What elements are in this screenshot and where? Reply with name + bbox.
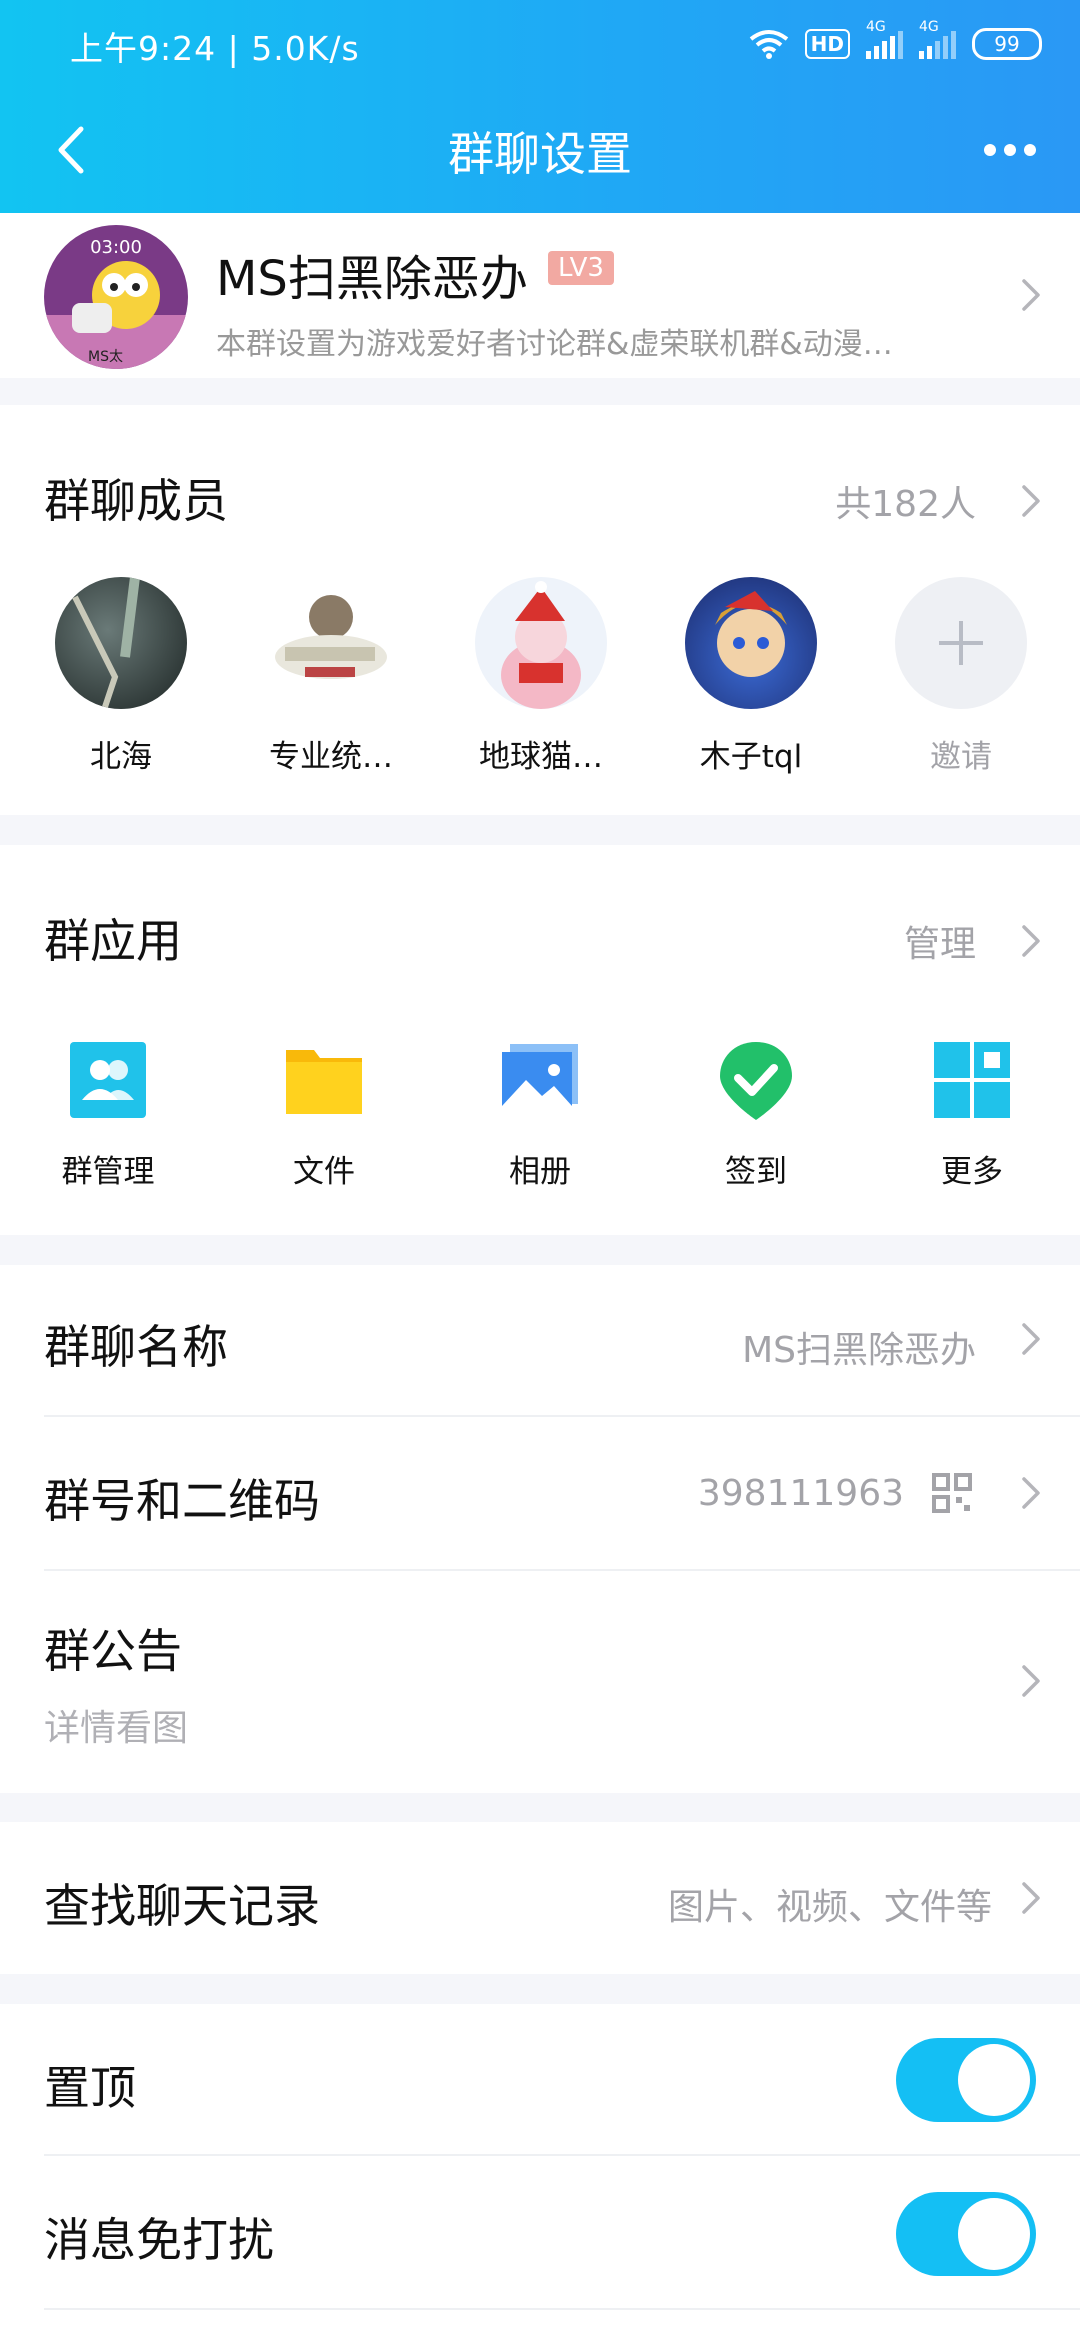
more-dot-icon xyxy=(1004,144,1016,156)
group-number-label: 群号和二维码 xyxy=(44,1474,320,1528)
member-item[interactable]: 专业统… xyxy=(246,577,416,776)
apps-manage-link[interactable]: 管理 xyxy=(904,915,976,967)
folder-icon xyxy=(286,1050,362,1114)
pin-row: 置顶 xyxy=(0,2004,1080,2154)
chevron-right-icon xyxy=(1022,1323,1040,1355)
group-number-value: 398111963 xyxy=(697,1473,904,1514)
network-type-label: 4G xyxy=(866,19,886,35)
group-name: MS扫黑除恶办 xyxy=(216,251,528,307)
wifi-icon xyxy=(749,30,788,59)
app-label: 群管理 xyxy=(61,1154,155,1190)
group-apps-section: 群应用 管理 群管理 文件 相册 签到 更多 xyxy=(0,845,1080,1235)
invite-label: 邀请 xyxy=(930,739,992,775)
apps-title: 群应用 xyxy=(44,914,182,968)
chevron-right-icon[interactable] xyxy=(1020,923,1044,959)
app-checkin[interactable]: 签到 xyxy=(681,1040,831,1191)
member-count[interactable]: 共182人 xyxy=(835,475,976,527)
app-files[interactable]: 文件 xyxy=(249,1040,399,1191)
status-time: 上午9:24 | 5.0K/s xyxy=(70,29,360,68)
group-notice-row[interactable]: 群公告 详情看图 xyxy=(0,1571,1080,1793)
group-avatar[interactable]: 03:00 MS太 xyxy=(44,225,188,369)
album-icon xyxy=(502,1044,578,1116)
group-profile-row[interactable]: 03:00 MS太 MS扫黑除恶办 LV3 本群设置为游戏爱好者讨论群&虚荣联机… xyxy=(0,213,1080,378)
member-item[interactable]: 北海 xyxy=(36,577,206,776)
add-member-icon xyxy=(895,577,1027,709)
group-manage-icon xyxy=(70,1042,146,1118)
group-notice-label: 群公告 xyxy=(44,1624,182,1678)
app-label: 更多 xyxy=(941,1154,1003,1190)
group-number-row[interactable]: 群号和二维码 398111963 xyxy=(0,1417,1080,1569)
group-name-value: MS扫黑除恶办 xyxy=(742,1330,976,1371)
chat-settings-section: 置顶 消息免打扰 xyxy=(0,2004,1080,2340)
hd-badge: HD xyxy=(804,29,850,59)
pin-toggle[interactable] xyxy=(896,2038,1036,2122)
chevron-right-icon xyxy=(1022,279,1040,311)
chevron-right-icon[interactable] xyxy=(1020,483,1044,519)
mute-toggle[interactable] xyxy=(896,2192,1036,2276)
member-avatar xyxy=(685,577,817,709)
member-avatar xyxy=(265,577,397,709)
more-apps-icon xyxy=(934,1042,1010,1118)
chevron-right-icon xyxy=(1022,1882,1040,1914)
member-avatar xyxy=(475,577,607,709)
avatar-time-text: 03:00 xyxy=(90,237,142,258)
app-album[interactable]: 相册 xyxy=(465,1040,615,1191)
level-badge: LV3 xyxy=(548,251,614,285)
status-bar: 上午9:24 | 5.0K/s HD 4G 4G 99 xyxy=(0,0,1080,90)
avatar-caption-text: MS太 xyxy=(88,349,123,365)
app-group-manage[interactable]: 群管理 xyxy=(33,1040,183,1191)
pin-label: 置顶 xyxy=(44,2061,136,2115)
mute-row: 消息免打扰 xyxy=(0,2156,1080,2308)
nav-bar: 群聊设置 xyxy=(0,90,1080,213)
chevron-right-icon xyxy=(1022,1665,1040,1697)
app-label: 相册 xyxy=(509,1154,571,1190)
search-history-label: 查找聊天记录 xyxy=(44,1879,320,1933)
network-type-label-2: 4G xyxy=(919,19,939,35)
member-avatar xyxy=(55,577,187,709)
chevron-right-icon xyxy=(1022,1477,1040,1509)
members-section: 群聊成员 共182人 北海 专业统… 地球猫… 木子tql 邀请 xyxy=(0,405,1080,815)
status-icons: HD 4G 4G 99 xyxy=(749,19,1042,64)
more-options-button[interactable] xyxy=(970,120,1050,180)
group-name-label: 群聊名称 xyxy=(44,1320,228,1374)
battery-icon: 99 xyxy=(972,28,1042,60)
invite-button[interactable]: 邀请 xyxy=(876,577,1046,776)
group-description: 本群设置为游戏爱好者讨论群&虚荣联机群&动漫… xyxy=(216,327,893,362)
group-notice-value: 详情看图 xyxy=(44,1708,189,1749)
member-name: 专业统… xyxy=(269,739,393,775)
app-label: 签到 xyxy=(725,1154,787,1190)
signal-icon: 4G xyxy=(866,19,903,59)
page-title: 群聊设置 xyxy=(448,127,632,181)
mute-label: 消息免打扰 xyxy=(44,2213,274,2267)
search-history-hint: 图片、视频、文件等 xyxy=(667,1887,992,1928)
battery-level: 99 xyxy=(994,32,1020,56)
signal-icon-2: 4G xyxy=(919,19,956,59)
group-info-section: 群聊名称 MS扫黑除恶办 群号和二维码 398111963 群公告 详情看图 xyxy=(0,1265,1080,1793)
checkin-icon xyxy=(720,1042,792,1120)
search-history-row[interactable]: 查找聊天记录 图片、视频、文件等 xyxy=(0,1822,1080,1974)
member-item[interactable]: 地球猫… xyxy=(456,577,626,776)
more-dot-icon xyxy=(984,144,996,156)
top-bar: 上午9:24 | 5.0K/s HD 4G 4G 99 群聊设置 xyxy=(0,0,1080,213)
qr-code-icon xyxy=(932,1473,972,1513)
toggle-knob xyxy=(958,2044,1030,2116)
more-dot-icon xyxy=(1024,144,1036,156)
member-name: 北海 xyxy=(90,739,152,775)
toggle-knob xyxy=(958,2198,1030,2270)
member-item[interactable]: 木子tql xyxy=(666,577,836,776)
app-more[interactable]: 更多 xyxy=(897,1040,1047,1191)
group-name-row[interactable]: 群聊名称 MS扫黑除恶办 xyxy=(0,1265,1080,1415)
members-title: 群聊成员 xyxy=(44,474,228,528)
member-name: 地球猫… xyxy=(479,739,603,775)
app-label: 文件 xyxy=(293,1154,355,1190)
member-name: 木子tql xyxy=(699,739,803,775)
divider xyxy=(44,2308,1080,2310)
